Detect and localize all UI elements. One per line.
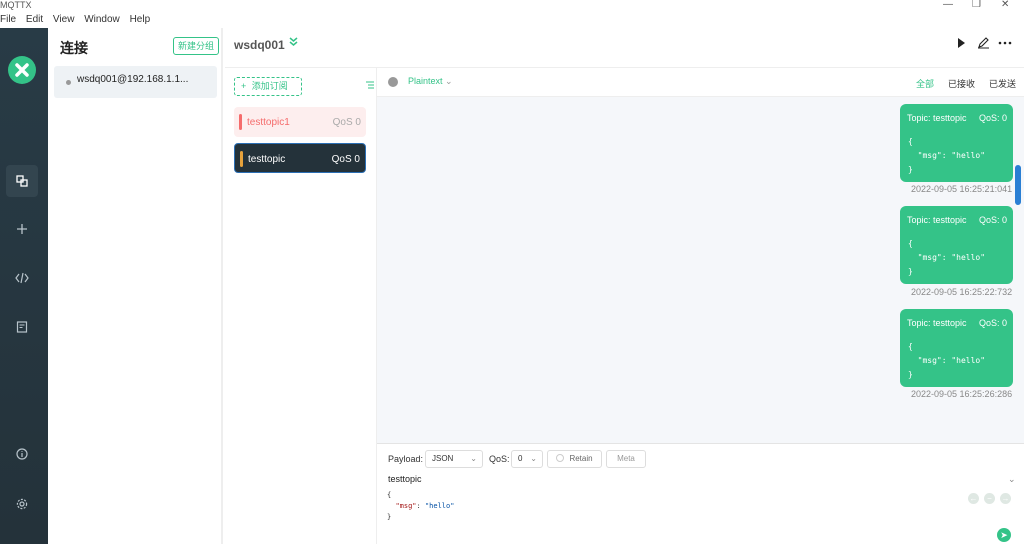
menu-help[interactable]: Help	[130, 12, 151, 28]
topic-history-chevron-icon[interactable]: ⌄	[1008, 474, 1016, 485]
message-topic: Topic: testtopic	[907, 215, 967, 225]
plus-icon: +	[241, 81, 249, 91]
script-icon[interactable]	[6, 262, 38, 294]
history-forward-icon[interactable]: →	[1000, 493, 1011, 504]
connection-item[interactable]: wsdq001@192.168.1.1...	[54, 66, 217, 98]
connections-icon[interactable]	[6, 165, 38, 197]
message-topic: Topic: testtopic	[907, 113, 967, 123]
maximize-icon[interactable]: ❐	[972, 0, 981, 10]
subscription-qos: QoS 0	[332, 117, 361, 128]
qos-label: QoS:	[489, 454, 510, 464]
message-qos: QoS: 0	[978, 215, 1007, 225]
message-timestamp: 2022-09-05 16:25:26:286	[911, 389, 1013, 399]
message-timestamp: 2022-09-05 16:25:22:732	[911, 287, 1013, 297]
message-payload: { "msg": "hello" }	[908, 137, 986, 174]
menu-file[interactable]: File	[0, 12, 16, 28]
connections-panel: 连接 新建分组 wsdq001@192.168.1.1...	[48, 28, 223, 544]
meta-button[interactable]: Meta	[606, 450, 646, 468]
message-bubble: Topic: testtopic QoS: 0 { "msg": "hello"…	[900, 206, 1013, 284]
connection-header: wsdq001	[225, 28, 1024, 68]
retain-radio-icon	[556, 454, 565, 462]
add-icon[interactable]	[6, 213, 38, 245]
subscription-topic: testtopic1	[247, 117, 290, 128]
connection-name: wsdq001	[234, 38, 285, 52]
app-sidebar	[0, 28, 48, 544]
message-payload: { "msg": "hello" }	[908, 342, 986, 379]
message-list: Topic: testtopic QoS: 0 { "msg": "hello"…	[377, 97, 1024, 443]
connection-status-dot	[66, 80, 71, 85]
qos-select[interactable]: 0 ⌄	[511, 450, 543, 468]
settings-gear-icon[interactable]	[6, 488, 38, 520]
filter-received-tab[interactable]: 已接收	[948, 77, 975, 90]
play-icon[interactable]	[955, 36, 967, 52]
message-timestamp: 2022-09-05 16:25:21:041	[911, 184, 1013, 194]
mqttx-logo-icon	[8, 56, 36, 84]
message-scrollbar[interactable]	[1015, 165, 1021, 205]
subscription-item[interactable]: testtopic1 QoS 0	[234, 107, 366, 137]
add-subscription-button[interactable]: + 添加订阅	[234, 77, 302, 96]
new-group-button[interactable]: 新建分组	[173, 37, 220, 55]
message-payload: { "msg": "hello" }	[908, 239, 986, 276]
info-icon[interactable]	[6, 438, 38, 470]
subscription-color-bar	[240, 151, 243, 167]
message-bubble: Topic: testtopic QoS: 0 { "msg": "hello"…	[900, 309, 1013, 387]
history-reset-icon[interactable]: −	[984, 493, 995, 504]
edit-icon[interactable]	[977, 36, 990, 52]
subscription-topic: testtopic	[248, 154, 286, 165]
subscription-item[interactable]: testtopic QoS 0	[234, 143, 366, 173]
add-subscription-label: 添加订阅	[251, 81, 288, 91]
subscriptions-panel: + 添加订阅 testtopic1 QoS 0 testtopic QoS 0	[225, 68, 377, 544]
publish-editor: Payload: JSON ⌄ QoS: 0 ⌄ Retain Meta testt…	[377, 443, 1024, 544]
payload-code-editor[interactable]: { "msg": "hello" }	[387, 490, 454, 523]
payload-type-select[interactable]: JSON ⌄	[425, 450, 483, 468]
menu-view[interactable]: View	[53, 12, 75, 28]
message-toolbar: Plaintext ⌄ 全部 已接收 已发送	[377, 68, 1024, 97]
send-icon[interactable]: ➤	[997, 528, 1011, 542]
message-bubble: Topic: testtopic QoS: 0 { "msg": "hello"…	[900, 104, 1013, 182]
subscription-color-bar	[239, 114, 242, 130]
filter-all-tab[interactable]: 全部	[916, 77, 934, 90]
minimize-icon[interactable]: —	[943, 0, 953, 10]
message-qos: QoS: 0	[978, 113, 1007, 123]
close-icon[interactable]: ✕	[1001, 0, 1009, 10]
window-title: MQTTX	[0, 0, 32, 10]
menu-edit[interactable]: Edit	[26, 12, 43, 28]
payload-label: Payload:	[388, 454, 424, 464]
connection-label: wsdq001@192.168.1.1...	[77, 74, 189, 85]
chevron-down-icon: ⌄	[470, 454, 477, 463]
menu-window[interactable]: Window	[84, 12, 120, 28]
collapse-chevron-icon[interactable]	[288, 36, 299, 50]
subscription-list-toggle-icon[interactable]	[365, 80, 375, 93]
subscription-qos: QoS 0	[331, 154, 360, 165]
filter-sent-tab[interactable]: 已发送	[989, 77, 1016, 90]
payload-format-select[interactable]: Plaintext ⌄	[408, 76, 453, 87]
window-titlebar: MQTTX — ❐ ✕	[0, 0, 1024, 12]
log-icon[interactable]	[6, 311, 38, 343]
retain-toggle[interactable]: Retain	[547, 450, 602, 468]
message-qos: QoS: 0	[978, 318, 1007, 328]
chevron-down-icon: ⌄	[530, 454, 537, 463]
menu-bar: File Edit View Window Help	[0, 12, 1024, 28]
more-icon[interactable]	[998, 36, 1012, 52]
message-topic: Topic: testtopic	[907, 318, 967, 328]
clear-history-icon[interactable]	[388, 77, 398, 87]
connections-title: 连接	[60, 40, 88, 56]
publish-topic-input[interactable]: testtopic	[388, 474, 422, 484]
history-back-icon[interactable]: ←	[968, 493, 979, 504]
